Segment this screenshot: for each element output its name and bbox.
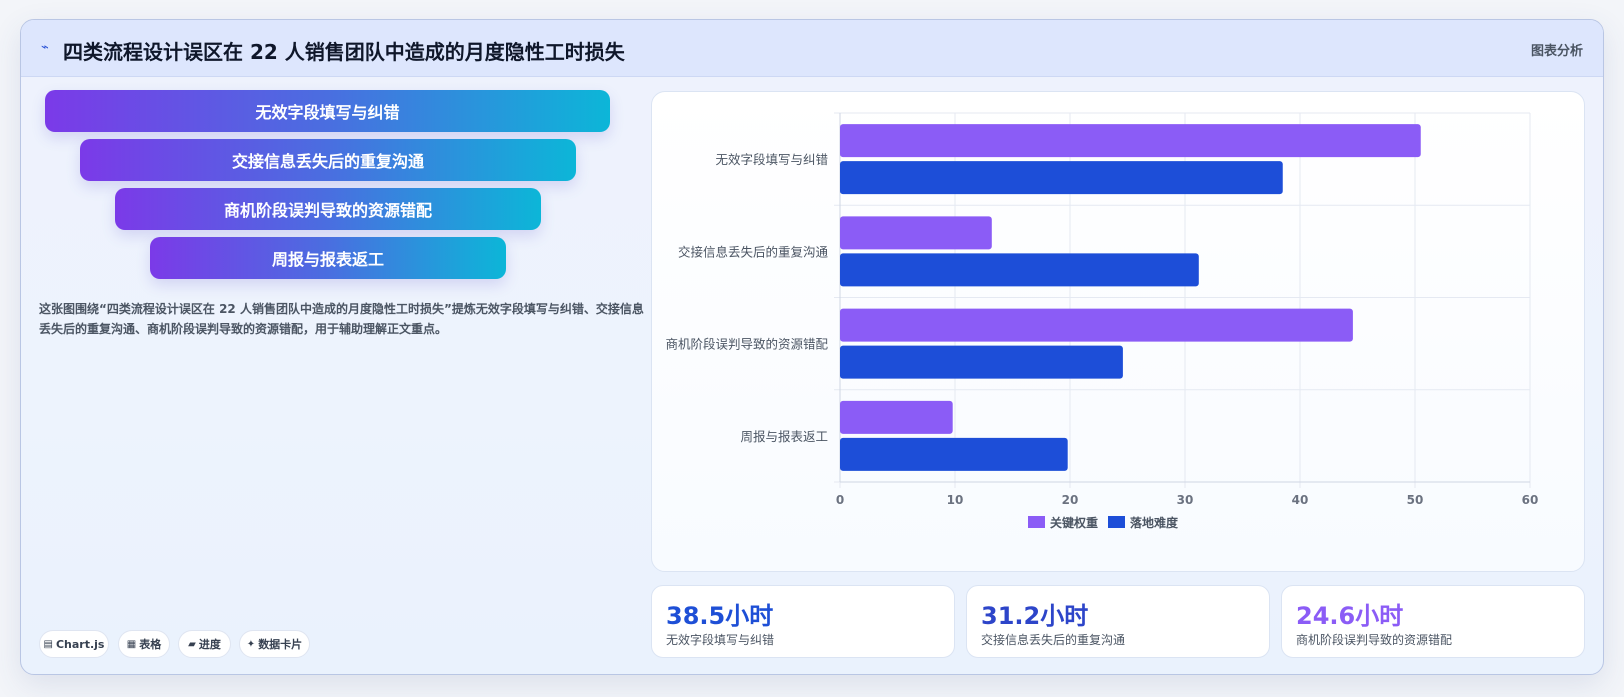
bar-weight xyxy=(840,308,1353,342)
bar-difficulty xyxy=(840,345,1123,379)
stat-card-2: 31.2小时 交接信息丢失后的重复沟通 xyxy=(966,585,1270,658)
chip-label: Chart.js xyxy=(55,637,105,651)
x-tick-label: 30 xyxy=(1177,493,1194,507)
chip-data-card[interactable]: ✦ 数据卡片 xyxy=(239,630,310,658)
y-category-label: 周报与报表返工 xyxy=(740,429,828,444)
chip-label: 进度 xyxy=(198,638,221,651)
funnel-step-2: 交接信息丢失后的重复沟通 xyxy=(80,139,576,181)
stat-label: 无效字段填写与纠错 xyxy=(666,633,775,647)
page-title: 四类流程设计误区在 22 人销售团队中造成的月度隐性工时损失 xyxy=(63,40,625,64)
x-tick-label: 60 xyxy=(1522,493,1539,507)
funnel-step-3: 商机阶段误判导致的资源错配 xyxy=(115,188,541,230)
legend-swatch xyxy=(1028,516,1045,528)
chip-chartjs[interactable]: ▤ Chart.js xyxy=(39,630,109,658)
x-tick-label: 20 xyxy=(1062,493,1079,507)
y-category-label: 交接信息丢失后的重复沟通 xyxy=(678,244,829,259)
table-icon: ▦ xyxy=(126,638,137,650)
bar-weight xyxy=(840,124,1421,158)
sparkle-icon: ✦ xyxy=(246,638,256,650)
chip-label: 表格 xyxy=(139,638,162,651)
bar-weight xyxy=(840,400,953,434)
legend-swatch xyxy=(1108,516,1125,528)
chip-label: 数据卡片 xyxy=(258,638,303,651)
chip-progress[interactable]: ▰ 进度 xyxy=(178,630,231,658)
chart-panel: 0 10 20 30 40 50 60 无效字段填写与纠错交接信息丢失后的重复沟通商机阶段误判… xyxy=(651,91,1585,572)
x-tick-label: 0 xyxy=(836,493,844,507)
stat-value: 31.2小时 xyxy=(981,602,1089,630)
stat-value: 38.5小时 xyxy=(666,602,774,630)
x-tick-label: 40 xyxy=(1292,493,1309,507)
chart-description: 这张图围绕“四类流程设计误区在 22 人销售团队中造成的月度隐性工时损失”提炼无… xyxy=(39,302,644,336)
legend-label: 落地难度 xyxy=(1130,515,1179,530)
bar-difficulty xyxy=(840,253,1199,287)
legend-label: 关键权重 xyxy=(1050,515,1098,530)
progress-icon: ▰ xyxy=(188,638,196,650)
x-tick-label: 10 xyxy=(947,493,964,507)
funnel-step-4: 周报与报表返工 xyxy=(150,237,506,279)
stat-value: 24.6小时 xyxy=(1296,602,1404,630)
stat-card-1: 38.5小时 无效字段填写与纠错 xyxy=(651,585,955,658)
y-category-label: 商机阶段误判导致的资源错配 xyxy=(665,337,828,352)
card-header: ⌁ 四类流程设计误区在 22 人销售团队中造成的月度隐性工时损失 图表分析 xyxy=(21,20,1603,77)
bar-difficulty xyxy=(840,437,1068,471)
stat-label: 商机阶段误判导致的资源错配 xyxy=(1296,633,1453,647)
chip-table[interactable]: ▦ 表格 xyxy=(118,630,170,658)
y-category-label: 无效字段填写与纠错 xyxy=(715,152,828,167)
x-tick-label: 50 xyxy=(1407,493,1424,507)
bar-difficulty xyxy=(840,161,1283,195)
main-card: ⌁ 四类流程设计误区在 22 人销售团队中造成的月度隐性工时损失 图表分析 无效… xyxy=(20,19,1604,675)
chart-analysis-tag: 图表分析 xyxy=(1530,44,1583,59)
funnel-step-1: 无效字段填写与纠错 xyxy=(45,90,610,132)
stat-card-3: 24.6小时 商机阶段误判导致的资源错配 xyxy=(1281,585,1585,658)
spark-icon: ⌁ xyxy=(41,40,49,55)
bar-weight xyxy=(840,216,992,250)
chart-icon: ▤ xyxy=(43,638,53,650)
stat-label: 交接信息丢失后的重复沟通 xyxy=(981,633,1126,647)
bar-chart: 0 10 20 30 40 50 60 无效字段填写与纠错交接信息丢失后的重复沟通商机阶段误判… xyxy=(665,112,1539,530)
